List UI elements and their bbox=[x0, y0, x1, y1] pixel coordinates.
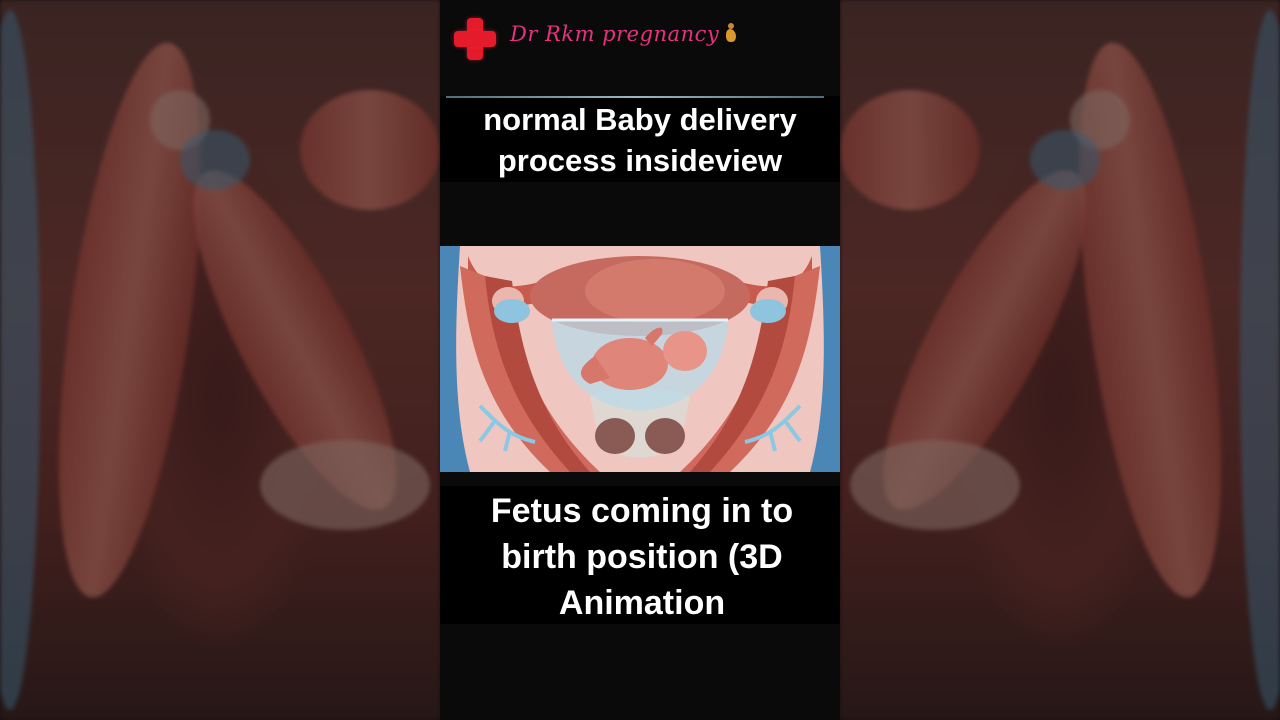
blurred-background-left bbox=[0, 0, 440, 720]
video-panel[interactable]: Dr Rkm pregnancy normal Baby delivery pr… bbox=[440, 0, 840, 720]
fetus-illustration bbox=[440, 246, 840, 472]
channel-name: Dr Rkm pregnancy bbox=[510, 21, 720, 46]
pregnant-woman-icon bbox=[725, 22, 737, 43]
bottom-caption: Fetus coming in to birth position (3D An… bbox=[440, 486, 840, 624]
channel-watermark: Dr Rkm pregnancy bbox=[452, 16, 737, 62]
blurred-background-right bbox=[840, 0, 1280, 720]
top-caption: normal Baby delivery process insideview bbox=[440, 96, 840, 182]
red-cross-icon bbox=[452, 16, 498, 62]
